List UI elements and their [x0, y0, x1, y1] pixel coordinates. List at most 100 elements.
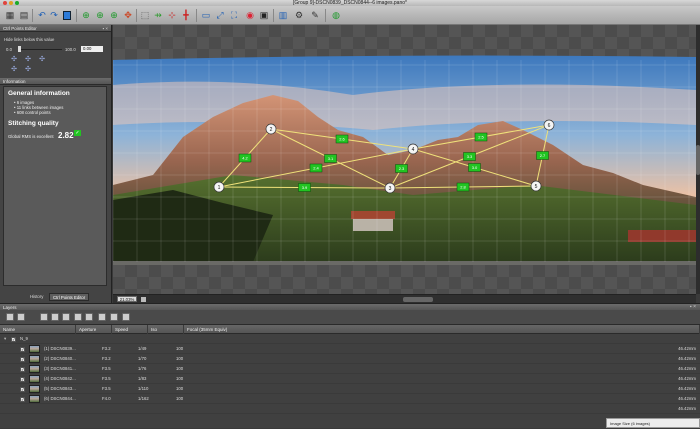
group-expand-icon[interactable]: ▾: [4, 334, 6, 344]
horizontal-scroll-thumb[interactable]: [403, 297, 433, 302]
layer-settings-icon[interactable]: [98, 313, 106, 321]
link-badge[interactable]: 3.1: [324, 154, 337, 163]
layer-row[interactable]: ✓ (2) DSCN0840... F3.2 1/70 100 46.42mm: [0, 354, 700, 364]
group-checkbox[interactable]: ✓: [11, 337, 16, 342]
grid-icon[interactable]: ▦: [4, 9, 16, 21]
col-speed[interactable]: Speed: [112, 325, 148, 334]
hide-links-label: Hide links below this value: [4, 37, 55, 42]
layer-ungroup-icon[interactable]: [51, 313, 59, 321]
panel-close-icon[interactable]: ▪ ×: [103, 25, 108, 32]
road: [113, 261, 696, 265]
close-window-button[interactable]: [3, 1, 7, 5]
link-badge[interactable]: 3.0: [468, 163, 481, 172]
zoom-reset-icon[interactable]: [141, 297, 146, 302]
stitch-icon[interactable]: ╋: [180, 9, 192, 21]
undo-icon[interactable]: ↶: [36, 9, 48, 21]
layer-visible-checkbox[interactable]: ✓: [20, 377, 25, 382]
image-node[interactable]: 6: [543, 119, 555, 131]
render-icon[interactable]: ▥: [277, 9, 289, 21]
panorama-canvas[interactable]: 4.2 3.9 3.1 2.6 2.3 2.8 3.0 2.5 2.7 2.4 3.3 1 2 3 4 5 6: [113, 25, 696, 294]
image-node[interactable]: 4: [407, 143, 419, 155]
help-icon[interactable]: ◍: [330, 9, 342, 21]
transform-icon[interactable]: ⤢: [214, 9, 226, 21]
cp-tool-1-icon[interactable]: ✣: [10, 56, 18, 63]
col-iso[interactable]: Iso: [148, 325, 184, 334]
settings-icon[interactable]: ⚙: [293, 9, 305, 21]
cp-tool-3-icon[interactable]: ✣: [38, 56, 46, 63]
layer-name: (4) DSCN0842...: [44, 376, 76, 381]
layer-duplicate-icon[interactable]: [17, 313, 25, 321]
layer-visible-checkbox[interactable]: ✓: [20, 367, 25, 372]
cp-tool-5-icon[interactable]: ✣: [24, 66, 32, 73]
layer-new-icon[interactable]: [6, 313, 14, 321]
image-node[interactable]: 3: [384, 182, 396, 194]
projection-icon[interactable]: ⛶: [228, 9, 240, 21]
align-icon[interactable]: ⇸: [152, 9, 164, 21]
layer-visible-checkbox[interactable]: ✓: [20, 357, 25, 362]
link-badge[interactable]: 3.3: [463, 152, 476, 161]
link-badge[interactable]: 3.9: [298, 183, 311, 192]
image-node[interactable]: 5: [530, 180, 542, 192]
link-badge[interactable]: 2.6: [335, 134, 349, 144]
viewport-horizontal-scrollbar[interactable]: 21.03%: [113, 294, 696, 303]
link-badge[interactable]: 4.2: [238, 153, 252, 163]
layer-iso: 100: [176, 356, 184, 361]
link-badge[interactable]: 2.5: [474, 132, 488, 142]
link-badge[interactable]: 2.3: [395, 164, 408, 173]
col-focal[interactable]: Focal (35mm Equiv): [184, 325, 700, 334]
layer-visible-checkbox[interactable]: ✓: [20, 387, 25, 392]
layer-row[interactable]: ✓ (1) DSCN0839... F3.2 1/49 100 46.42mm: [0, 344, 700, 354]
select-rect-icon[interactable]: ⬚: [139, 9, 151, 21]
layer-delete-icon[interactable]: [110, 313, 118, 321]
crosshair-move-icon[interactable]: ✥: [122, 9, 134, 21]
layer-visible-checkbox[interactable]: ✓: [20, 347, 25, 352]
col-name[interactable]: Name: [0, 325, 76, 334]
layer-row[interactable]: ✓ (3) DSCN0841... F3.5 1/76 100 46.42mm: [0, 364, 700, 374]
layer-row[interactable]: ✓ (6) DSCN0844... F4.0 1/162 100 46.42mm: [0, 394, 700, 404]
cp-tool-4-icon[interactable]: ✣: [10, 66, 18, 73]
tools-icon[interactable]: ✎: [309, 9, 321, 21]
layer-speed: 1/110: [138, 386, 149, 391]
grid-2-icon[interactable]: ▤: [18, 9, 30, 21]
horizon-icon[interactable]: ⊹: [166, 9, 178, 21]
link-badge-value: 2.8: [460, 185, 466, 190]
layer-row[interactable]: ✓ (4) DSCN0842... F3.5 1/83 100 46.42mm: [0, 374, 700, 384]
layer-group-icon[interactable]: [40, 313, 48, 321]
layer-up-icon[interactable]: [74, 313, 82, 321]
image-node[interactable]: 2: [265, 123, 277, 135]
slider-value-field[interactable]: 0.00: [81, 46, 103, 52]
link-badge[interactable]: 2.4: [309, 163, 323, 173]
layer-group-row[interactable]: ▾ ✓ N_9: [0, 334, 700, 344]
image-icon[interactable]: ▣: [258, 9, 270, 21]
panorama-icon[interactable]: ▭: [200, 9, 212, 21]
redo-icon[interactable]: ↷: [48, 9, 60, 21]
blue-square-icon[interactable]: [63, 10, 71, 20]
minimize-window-button[interactable]: [9, 1, 13, 5]
image-node[interactable]: 1: [213, 181, 225, 193]
link-badge[interactable]: 2.8: [456, 182, 470, 192]
link-badge[interactable]: 2.7: [536, 151, 549, 160]
viewport-vertical-scrollbar[interactable]: [696, 25, 700, 294]
crosshair-link-icon[interactable]: ⊕: [108, 9, 120, 21]
slider-handle[interactable]: [18, 46, 21, 52]
layer-mask-icon[interactable]: [62, 313, 70, 321]
layer-speed: 1/49: [138, 346, 147, 351]
color-icon[interactable]: ◉: [244, 9, 256, 21]
zoom-field[interactable]: 21.03%: [117, 296, 137, 302]
crosshair-add-icon[interactable]: ⊕: [94, 9, 106, 21]
col-aperture[interactable]: Aperture: [76, 325, 112, 334]
panorama-viewport[interactable]: 4.2 3.9 3.1 2.6 2.3 2.8 3.0 2.5 2.7 2.4 3.3 1 2 3 4 5 6: [113, 25, 696, 294]
tab-history[interactable]: History: [27, 293, 46, 301]
crosshair-icon[interactable]: ⊕: [80, 9, 92, 21]
layer-visible-checkbox[interactable]: ✓: [20, 397, 25, 402]
layer-export-icon[interactable]: [122, 313, 130, 321]
cp-tool-2-icon[interactable]: ✣: [24, 56, 32, 63]
layer-down-icon[interactable]: [85, 313, 93, 321]
layer-focal: 46.42mm: [678, 386, 696, 391]
zoom-window-button[interactable]: [15, 1, 19, 5]
hide-links-slider[interactable]: [18, 49, 62, 50]
left-panel: Ctrl Points Editor ▪ × Hide links below …: [0, 25, 112, 303]
layer-row[interactable]: ✓ (5) DSCN0843... F3.5 1/110 100 46.42mm: [0, 384, 700, 394]
main-toolbar: ▦ ▤ ↶ ↷ ⊕ ⊕ ⊕ ✥ ⬚ ⇸ ⊹ ╋ ▭ ⤢ ⛶ ◉ ▣ ▥ ⚙ ✎ …: [0, 6, 700, 25]
tab-ctrl-points-editor[interactable]: Ctrl Points Editor: [49, 293, 90, 301]
